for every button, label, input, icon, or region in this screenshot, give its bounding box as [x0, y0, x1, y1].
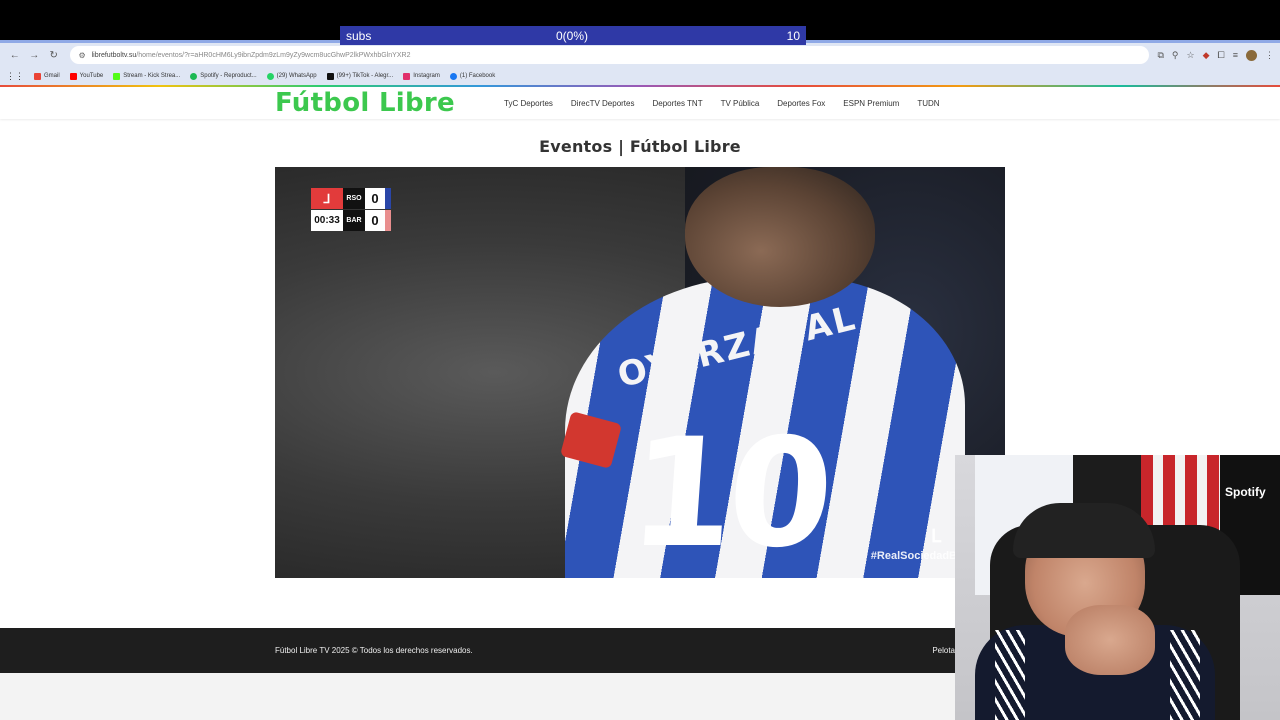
browser-chrome: ← → ↻ ⚙ librefutboltv.su/home/eventos/?r… [0, 40, 1280, 85]
streamer-cap [1013, 503, 1155, 558]
forward-icon[interactable]: → [25, 46, 42, 64]
bookmark-instagram[interactable]: Instagram [403, 72, 440, 80]
profile-avatar[interactable] [1245, 49, 1257, 61]
address-bar[interactable]: ⚙ librefutboltv.su/home/eventos/?r=aHR0c… [70, 46, 1150, 64]
browser-toolbar: ← → ↻ ⚙ librefutboltv.su/home/eventos/?r… [0, 43, 1280, 67]
away-score: 0 [365, 210, 385, 231]
kick-icon [113, 72, 121, 80]
jacket-stripes-left [995, 630, 1025, 720]
bookmark-tiktok[interactable]: (99+) TikTok - Alegr... [326, 72, 393, 80]
match-clock: 00:33 [311, 210, 343, 231]
bookmark-gmail[interactable]: Gmail [34, 72, 60, 80]
reload-icon[interactable]: ↻ [45, 46, 62, 64]
jersey-sponsor: Spotify [1225, 485, 1266, 499]
apps-grid-icon[interactable]: ⋮⋮ [6, 71, 24, 82]
away-color-stripe [385, 210, 391, 231]
streamer-webcam: Spotify [955, 455, 1280, 720]
site-logo[interactable]: Fútbol Libre [275, 88, 480, 118]
whatsapp-icon [266, 72, 274, 80]
nav-deportes-tnt[interactable]: Deportes TNT [652, 99, 702, 108]
jacket-stripes-right [1170, 630, 1200, 720]
home-score: 0 [365, 188, 385, 209]
footer-copyright: Fútbol Libre TV 2025 © Todos los derecho… [275, 646, 473, 655]
channel-nav: TyC Deportes DirecTV Deportes Deportes T… [504, 99, 940, 108]
subs-goal: 10 [786, 28, 800, 43]
shirt-number: 10 [623, 407, 833, 578]
page-title: Eventos | Fútbol Libre [539, 137, 741, 156]
subs-progress: 0(0%) [556, 28, 589, 43]
nav-espn-premium[interactable]: ESPN Premium [843, 99, 899, 108]
url-path: /home/eventos/?r=aHR0cHM6Ly9ibnZpdm9zLm9… [136, 51, 411, 59]
bookmarks-bar: ⋮⋮ Gmail YouTube Stream - Kick Strea... … [0, 67, 1280, 85]
site-info-icon[interactable]: ⚙ [78, 51, 85, 60]
nav-deportes-fox[interactable]: Deportes Fox [777, 99, 825, 108]
stream-screen: subs 0(0%) 10 ← → ↻ ⚙ librefutboltv.su/h… [0, 0, 1280, 720]
site-header: Fútbol Libre TyC Deportes DirecTV Deport… [0, 87, 1280, 119]
nav-tudn[interactable]: TUDN [917, 99, 939, 108]
bookmark-star-icon[interactable]: ☆ [1187, 50, 1195, 61]
tiktok-icon [326, 72, 334, 80]
zoom-icon[interactable]: ⚲ [1172, 50, 1179, 61]
bookmark-youtube[interactable]: YouTube [69, 72, 103, 80]
extension-icon[interactable]: ◆ [1203, 50, 1210, 61]
facebook-icon [449, 72, 457, 80]
instagram-icon [403, 72, 411, 80]
extensions-puzzle-icon[interactable]: ⧠ [1218, 50, 1225, 61]
subs-goal-bar: subs 0(0%) 10 [340, 26, 806, 45]
bookmark-facebook[interactable]: (1) Facebook [449, 72, 495, 80]
nav-directv-deportes[interactable]: DirecTV Deportes [571, 99, 635, 108]
bookmark-spotify[interactable]: Spotify - Reproduct... [190, 72, 257, 80]
video-player[interactable]: OYARZABAL 10 ᒪ #RealSociedadB ⅃ RSO 0 00… [275, 167, 1005, 578]
laliga-logo-icon: ⅃ [311, 188, 343, 209]
url-host: librefutboltv.su [91, 51, 137, 59]
streamer-hands [1065, 605, 1155, 675]
menu-icon[interactable]: ⋮ [1265, 50, 1274, 61]
nav-tyc-deportes[interactable]: TyC Deportes [504, 99, 553, 108]
tab-search-icon[interactable]: ≡ [1233, 50, 1238, 60]
laliga-watermark-icon: ᒪ [931, 526, 942, 546]
bookmark-kick[interactable]: Stream - Kick Strea... [113, 72, 180, 80]
bookmark-whatsapp[interactable]: (29) WhatsApp [266, 72, 317, 80]
spotify-icon [190, 72, 198, 80]
translate-icon[interactable]: ⧉ [1157, 50, 1163, 61]
youtube-icon [69, 72, 77, 80]
footer-link[interactable]: Pelota [932, 646, 955, 655]
broadcast-hashtag: #RealSociedadB [870, 550, 957, 562]
subs-label: subs [346, 28, 372, 43]
gmail-icon [34, 72, 41, 80]
player-head [685, 167, 875, 307]
away-team: BAR [343, 210, 365, 231]
back-icon[interactable]: ← [6, 46, 23, 64]
home-team: RSO [343, 188, 365, 209]
scoreboard: ⅃ RSO 0 00:33 BAR 0 [311, 188, 391, 231]
home-color-stripe [385, 188, 391, 209]
nav-tv-publica[interactable]: TV Pública [721, 99, 760, 108]
